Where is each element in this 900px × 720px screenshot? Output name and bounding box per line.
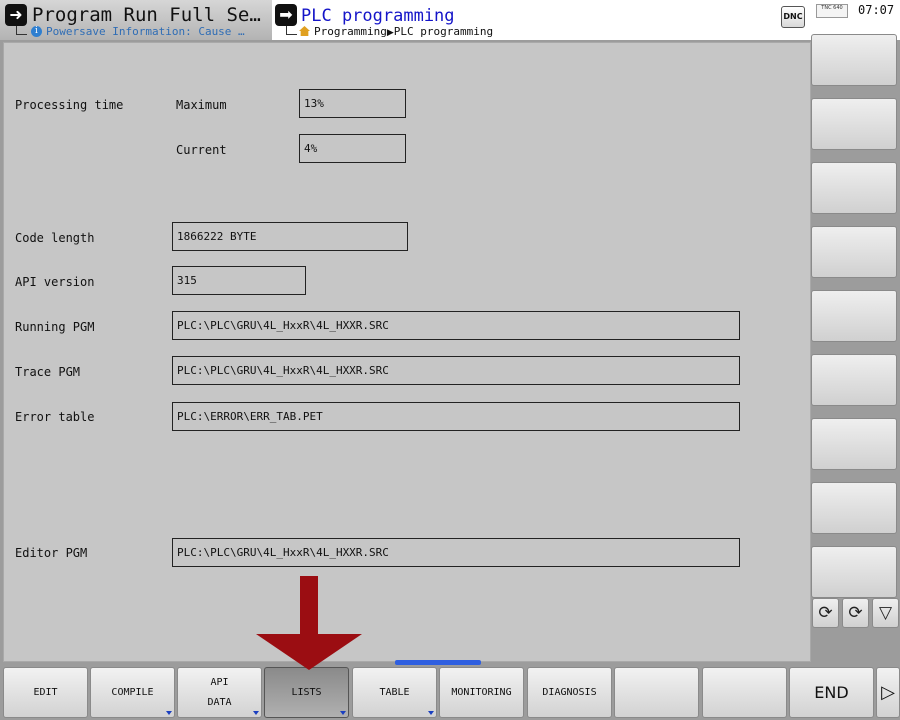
empty-softkey[interactable] [702, 667, 787, 718]
home-icon [299, 26, 310, 36]
tree-connector [16, 26, 27, 35]
api-version-field: 315 [172, 266, 306, 295]
running-pgm-label: Running PGM [15, 320, 95, 334]
left-mode-title: Program Run Full Se… [32, 4, 261, 26]
editor-pgm-label: Editor PGM [15, 546, 88, 560]
error-table-label: Error table [15, 410, 95, 424]
running-pgm-field: PLC:\PLC\GRU\4L_HxxR\4L_HXXR.SRC [172, 311, 740, 340]
vertical-softkey-8[interactable] [811, 482, 897, 534]
submenu-indicator-icon [253, 711, 259, 715]
softkey-label: DIAGNOSIS [542, 686, 597, 698]
softkey-label: COMPILE [111, 686, 154, 698]
refresh-icon[interactable]: ⟳ [812, 598, 839, 628]
table-softkey[interactable]: TABLE [352, 667, 437, 718]
trace-pgm-field: PLC:\PLC\GRU\4L_HxxR\4L_HXXR.SRC [172, 356, 740, 385]
submenu-indicator-icon [166, 711, 172, 715]
vertical-softkey-9[interactable] [811, 546, 897, 598]
info-icon: i [31, 26, 42, 37]
empty-softkey[interactable] [614, 667, 699, 718]
breadcrumb: Programming▶PLC programming [299, 25, 493, 38]
right-mode-title: PLC programming [301, 6, 455, 26]
vertical-softkey-4[interactable] [811, 226, 897, 278]
editor-pgm-field: PLC:\PLC\GRU\4L_HxxR\4L_HXXR.SRC [172, 538, 740, 567]
compile-softkey[interactable]: COMPILE [90, 667, 175, 718]
arrow-shape [256, 576, 362, 670]
vertical-softkey-5[interactable] [811, 290, 897, 342]
active-softkey-indicator [395, 660, 481, 665]
program-run-icon: ➜ [5, 4, 27, 26]
submenu-indicator-icon [428, 711, 434, 715]
vertical-softkey-2[interactable] [811, 98, 897, 150]
vertical-softkey-1[interactable] [811, 34, 897, 86]
scroll-down-icon[interactable]: ▽ [872, 598, 899, 628]
next-softkey-row-icon[interactable]: ▷ [876, 667, 900, 718]
vertical-softkey-6[interactable] [811, 354, 897, 406]
breadcrumb-separator-icon: ▶ [386, 28, 394, 38]
maximum-label: Maximum [176, 98, 227, 112]
softkey-label: EDIT [33, 686, 58, 698]
tree-connector [286, 26, 297, 35]
end-softkey[interactable]: END [789, 667, 874, 718]
tnc-logo: TNC 640 [816, 4, 848, 18]
submenu-indicator-icon [340, 711, 346, 715]
edit-softkey[interactable]: EDIT [3, 667, 88, 718]
softkey-label: LISTS [291, 686, 322, 698]
vertical-softkey-7[interactable] [811, 418, 897, 470]
softkey-label: API [210, 676, 229, 688]
left-mode-subtitle: Powersave Information: Cause … [46, 25, 245, 38]
current-label: Current [176, 143, 227, 157]
softkey-label: END [814, 682, 849, 702]
clock: 07:07 [858, 3, 895, 17]
error-table-field: PLC:\ERROR\ERR_TAB.PET [172, 402, 740, 431]
lists-softkey[interactable]: LISTS [264, 667, 349, 718]
breadcrumb-item: PLC programming [393, 25, 494, 38]
trace-pgm-label: Trace PGM [15, 365, 81, 379]
programming-mode-icon: ➡ [275, 4, 297, 26]
left-mode-header[interactable]: ➜ Program Run Full Se… i Powersave Infor… [0, 0, 273, 40]
processing-time-label: Processing time [15, 98, 124, 112]
current-value-field: 4% [299, 134, 406, 163]
monitoring-softkey[interactable]: MONITORING [439, 667, 524, 718]
red-down-arrow-icon [256, 576, 362, 670]
code-length-field: 1866222 BYTE [172, 222, 408, 251]
vertical-softkey-3[interactable] [811, 162, 897, 214]
api-version-label: API version [15, 275, 95, 289]
softkey-label: MONITORING [451, 686, 512, 698]
dnc-button[interactable]: DNC [781, 6, 805, 28]
diagnosis-softkey[interactable]: DIAGNOSIS [527, 667, 612, 718]
softkey-label: TABLE [379, 686, 410, 698]
softkey-label: DATA [207, 696, 232, 708]
code-length-label: Code length [15, 231, 95, 245]
breadcrumb-item[interactable]: Programming [314, 25, 387, 38]
maximum-value-field: 13% [299, 89, 406, 118]
plc-info-panel: Processing time Maximum 13% Current 4% C… [3, 42, 811, 662]
refresh-icon[interactable]: ⟳ [842, 598, 869, 628]
api-data-softkey[interactable]: API DATA [177, 667, 262, 718]
